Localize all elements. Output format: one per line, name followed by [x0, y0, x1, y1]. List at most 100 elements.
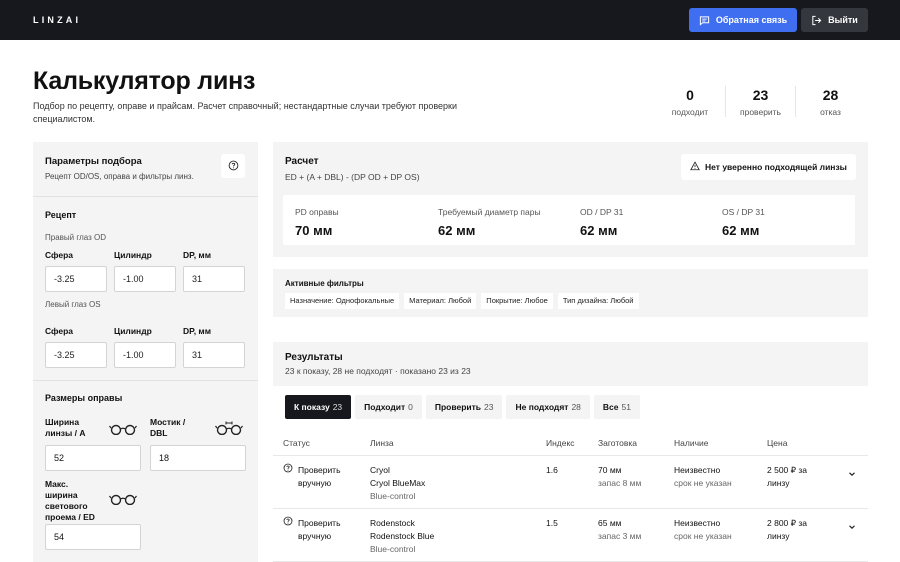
- divider: [33, 196, 258, 197]
- price-unit: линзу: [767, 478, 790, 488]
- table-row[interactable]: Проверить вручную Cryol Cryol BlueMax Bl…: [273, 457, 868, 509]
- filters-panel: Активные фильтры Назначение: Однофокальн…: [273, 269, 868, 317]
- lens-name: Cryol BlueMax: [370, 478, 426, 488]
- calc-value: 62 мм: [722, 223, 760, 238]
- chevron-down-icon[interactable]: [847, 522, 857, 534]
- calc-value: 70 мм: [295, 223, 333, 238]
- stat-value: 28: [822, 87, 839, 103]
- tab-count: 28: [571, 402, 581, 412]
- params-panel: Параметры подбора Рецепт OD/OS, оправа и…: [33, 142, 258, 562]
- price-unit: линзу: [767, 531, 790, 541]
- filter-chip[interactable]: Тип дизайна: Любой: [557, 293, 639, 309]
- lens-brand: Rodenstock: [370, 518, 415, 528]
- price: 2 800 ₽ за: [767, 518, 808, 528]
- tab-fits[interactable]: Подходит 0: [355, 395, 422, 419]
- filter-chip[interactable]: Материал: Любой: [404, 293, 477, 309]
- column-header: Заготовка: [598, 438, 637, 448]
- od-dp-input[interactable]: 31: [183, 266, 245, 292]
- os-sphere-input[interactable]: -3.25: [45, 342, 107, 368]
- tab-label: Проверить: [434, 402, 482, 412]
- blank-reserve: запас 3 мм: [598, 531, 642, 541]
- calc-title: Расчет: [285, 156, 319, 167]
- results-body: К показу 23 Подходит 0 Проверить 23 Не подх…: [273, 386, 868, 562]
- stat-value: 23: [752, 87, 769, 103]
- filters-title: Активные фильтры: [285, 279, 364, 288]
- filter-chip[interactable]: Покрытие: Любое: [481, 293, 553, 309]
- availability-term: срок не указан: [674, 531, 732, 541]
- dp-label: DP, мм: [183, 250, 212, 260]
- lens-cell: Cryol Cryol BlueMax Blue-control: [370, 464, 425, 503]
- sphere-label: Сфера: [45, 250, 73, 260]
- max-width-input[interactable]: 54: [45, 524, 141, 550]
- warning-text: Нет уверенно подходящей линзы: [705, 162, 847, 172]
- availability-term: срок не указан: [674, 478, 732, 488]
- cylinder-label: Цилиндр: [114, 250, 152, 260]
- calc-label: PD оправы: [295, 207, 339, 217]
- glasses-bridge-icon: [215, 421, 243, 437]
- page-title: Калькулятор линз: [33, 67, 256, 95]
- tab-to-show[interactable]: К показу 23: [285, 395, 352, 419]
- calc-item-od: OD / DP 31 62 мм: [580, 207, 623, 238]
- price-cell: 2 500 ₽ за линзу: [767, 464, 807, 490]
- feedback-button[interactable]: Обратная связь: [689, 8, 797, 32]
- stat-check: 23 проверить: [725, 86, 795, 117]
- logo[interactable]: LINZAI: [33, 15, 81, 25]
- stat-reject: 28 отказ: [795, 86, 865, 117]
- tab-label: Все: [602, 402, 619, 412]
- filter-chip[interactable]: Назначение: Однофокальные: [285, 293, 400, 309]
- logout-button[interactable]: Выйти: [801, 8, 868, 32]
- tab-label: К показу: [294, 402, 330, 412]
- help-button[interactable]: [221, 154, 245, 178]
- availability: Неизвестно: [674, 465, 721, 475]
- calc-item-os: OS / DP 31 62 мм: [722, 207, 765, 238]
- column-header: Цена: [767, 438, 788, 448]
- chevron-down-icon[interactable]: [847, 469, 857, 481]
- table-row[interactable]: Проверить вручную Rodenstock Rodenstock …: [273, 510, 868, 562]
- params-subtitle: Рецепт OD/OS, оправа и фильтры линз.: [45, 172, 194, 181]
- stat-label: отказ: [820, 107, 841, 117]
- filter-chips: Назначение: Однофокальные Материал: Любо…: [285, 293, 639, 309]
- bridge-label: Мостик / DBL: [150, 417, 186, 438]
- lens-width-input[interactable]: 52: [45, 445, 141, 471]
- bridge-input[interactable]: 18: [150, 445, 246, 471]
- blank-cell: 70 мм запас 8 мм: [598, 464, 641, 490]
- os-cylinder-input[interactable]: -1.00: [114, 342, 176, 368]
- stats-summary: 0 подходит 23 проверить 28 отказ: [655, 86, 865, 117]
- results-title: Результаты: [285, 352, 343, 363]
- top-bar: LINZAI Обратная связь Выйти: [0, 0, 900, 40]
- params-title: Параметры подбора: [45, 156, 142, 167]
- od-cylinder-input[interactable]: -1.00: [114, 266, 176, 292]
- warning-badge: Нет уверенно подходящей линзы: [681, 154, 856, 180]
- calc-value: 62 мм: [438, 223, 476, 238]
- status-text: вручную: [298, 531, 332, 541]
- lens-cell: Rodenstock Rodenstock Blue Blue-control: [370, 517, 434, 556]
- stat-value: 0: [686, 87, 694, 103]
- status-text: вручную: [298, 478, 332, 488]
- tab-check[interactable]: Проверить 23: [425, 395, 503, 419]
- calc-value: 62 мм: [580, 223, 618, 238]
- sphere-label: Сфера: [45, 326, 73, 336]
- tab-all[interactable]: Все 51: [593, 395, 640, 419]
- help-icon: [228, 160, 239, 173]
- calc-item-diameter: Требуемый диаметр пары 62 мм: [438, 207, 541, 238]
- calc-label: OD / DP 31: [580, 207, 624, 217]
- price: 2 500 ₽ за: [767, 465, 808, 475]
- status-cell: Проверить вручную: [298, 517, 341, 543]
- tab-count: 0: [408, 402, 413, 412]
- tab-not-fit[interactable]: Не подходят 28: [506, 395, 590, 419]
- os-dp-input[interactable]: 31: [183, 342, 245, 368]
- column-header: Статус: [283, 438, 310, 448]
- tab-count: 23: [484, 402, 494, 412]
- column-header: Индекс: [546, 438, 575, 448]
- recipe-title: Рецепт: [45, 210, 77, 220]
- right-eye-label: Правый глаз OD: [45, 233, 106, 242]
- od-sphere-input[interactable]: -3.25: [45, 266, 107, 292]
- blank-size: 70 мм: [598, 465, 622, 475]
- column-header: Наличие: [674, 438, 709, 448]
- lens-brand: Cryol: [370, 465, 390, 475]
- lens-coating: Blue-control: [370, 491, 416, 501]
- tab-count: 23: [332, 402, 343, 412]
- availability: Неизвестно: [674, 518, 721, 528]
- index-cell: 1.6: [546, 465, 558, 475]
- left-eye-label: Левый глаз OS: [45, 300, 101, 309]
